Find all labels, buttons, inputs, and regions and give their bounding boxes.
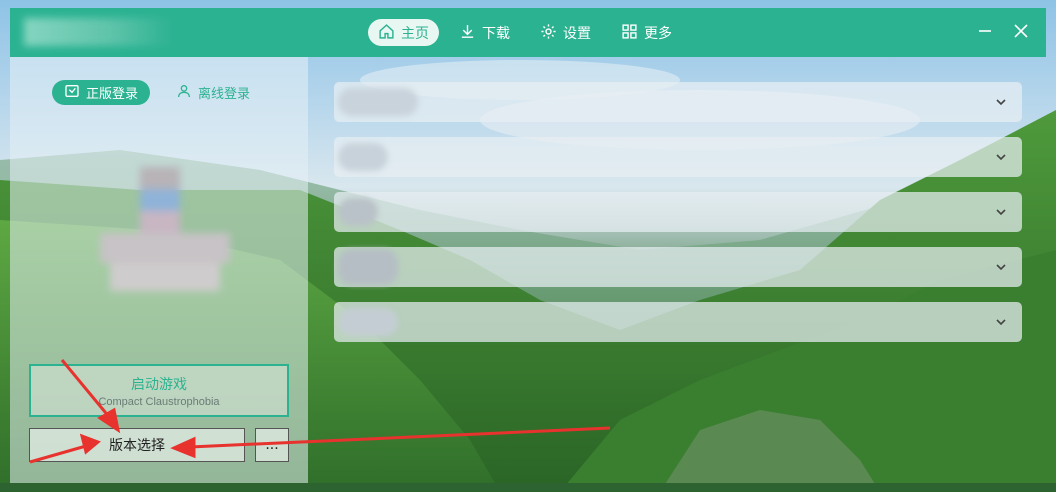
grid-icon — [621, 23, 638, 43]
gear-icon — [540, 23, 557, 43]
close-icon — [1014, 24, 1028, 38]
login-tabs: 正版登录 离线登录 — [52, 80, 262, 105]
window-controls — [974, 20, 1032, 42]
launch-game-version: Compact Claustrophobia — [98, 395, 220, 408]
chevron-down-icon — [996, 154, 1006, 161]
version-more-label: ... — [265, 437, 279, 453]
download-icon — [459, 23, 476, 43]
dropdown-5-blurred — [338, 308, 398, 336]
left-panel: 正版登录 离线登录 启动游戏 Compact Claustrophobia 版本… — [10, 57, 308, 483]
dropdown-2[interactable] — [334, 137, 1022, 177]
main-nav: 主页 下载 设置 更多 — [368, 19, 682, 46]
version-more-button[interactable]: ... — [255, 428, 289, 462]
dropdown-3-blurred — [338, 198, 378, 226]
version-select-label: 版本选择 — [109, 437, 165, 453]
home-icon — [378, 23, 395, 43]
chevron-down-icon — [996, 319, 1006, 326]
chevron-down-icon — [996, 209, 1006, 216]
dropdown-4[interactable] — [334, 247, 1022, 287]
official-login-label: 正版登录 — [86, 86, 139, 101]
launch-game-label: 启动游戏 — [131, 375, 187, 392]
app-title-blurred — [24, 18, 174, 46]
minimize-button[interactable] — [974, 20, 996, 42]
offline-login-label: 离线登录 — [198, 86, 251, 101]
nav-home[interactable]: 主页 — [368, 19, 439, 46]
dropdown-1[interactable] — [334, 82, 1022, 122]
chevron-down-icon — [996, 264, 1006, 271]
tab-official-login[interactable]: 正版登录 — [52, 80, 151, 105]
title-bar: 主页 下载 设置 更多 — [10, 8, 1046, 57]
nav-more-label: 更多 — [644, 24, 672, 41]
nav-settings[interactable]: 设置 — [530, 19, 601, 46]
version-select-button[interactable]: 版本选择 — [29, 428, 245, 462]
nav-settings-label: 设置 — [563, 24, 591, 41]
dropdown-1-blurred — [338, 88, 418, 116]
launch-game-button[interactable]: 启动游戏 Compact Claustrophobia — [29, 364, 289, 417]
nav-download-label: 下载 — [482, 24, 510, 41]
dropdown-2-blurred — [338, 143, 388, 171]
tab-offline-login[interactable]: 离线登录 — [164, 80, 262, 105]
dropdown-4-blurred — [338, 249, 398, 285]
chevron-down-icon — [996, 99, 1006, 106]
nav-download[interactable]: 下载 — [449, 19, 520, 46]
nav-more[interactable]: 更多 — [611, 19, 682, 46]
user-icon — [176, 83, 192, 102]
dropdown-3[interactable] — [334, 192, 1022, 232]
minimize-icon — [979, 30, 991, 32]
official-login-icon — [64, 83, 80, 102]
dropdown-5[interactable] — [334, 302, 1022, 342]
close-button[interactable] — [1010, 20, 1032, 42]
nav-home-label: 主页 — [401, 24, 429, 41]
avatar-blurred — [90, 157, 240, 307]
